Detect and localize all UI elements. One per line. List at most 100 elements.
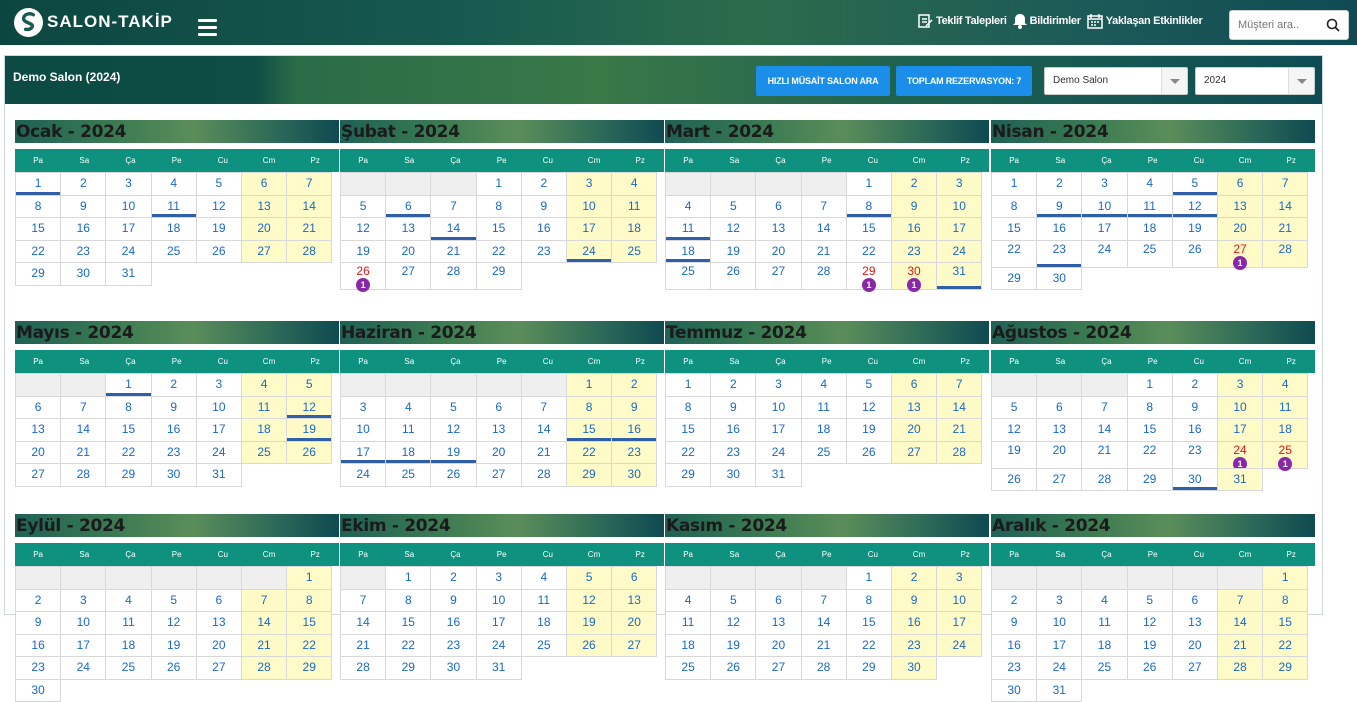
day-cell[interactable]: 29 bbox=[385, 656, 431, 680]
day-cell[interactable]: 15 bbox=[476, 217, 522, 241]
day-cell[interactable]: 22 bbox=[665, 441, 711, 465]
day-cell[interactable]: 31 bbox=[1217, 468, 1263, 492]
day-cell[interactable]: 14 bbox=[286, 195, 332, 219]
day-cell[interactable]: 23 bbox=[1036, 240, 1082, 268]
day-cell[interactable]: 19 bbox=[991, 441, 1037, 469]
day-cell[interactable]: 19 bbox=[846, 418, 892, 442]
day-cell[interactable]: 20 bbox=[385, 240, 431, 264]
day-cell[interactable]: 16 bbox=[1172, 418, 1218, 442]
day-cell[interactable]: 4 bbox=[665, 195, 711, 219]
day-cell[interactable]: 3 bbox=[936, 172, 982, 196]
day-cell[interactable]: 7 bbox=[1262, 172, 1308, 196]
day-cell[interactable]: 27 bbox=[891, 441, 937, 465]
day-cell[interactable]: 12 bbox=[151, 611, 197, 635]
salon-select[interactable]: Demo Salon bbox=[1044, 67, 1188, 95]
day-cell[interactable]: 10 bbox=[936, 195, 982, 219]
day-cell[interactable]: 23 bbox=[991, 656, 1037, 680]
day-cell[interactable]: 15 bbox=[846, 217, 892, 241]
day-cell[interactable]: 15 bbox=[1127, 418, 1173, 442]
day-cell[interactable]: 24 bbox=[566, 240, 612, 264]
day-cell[interactable]: 8 bbox=[385, 589, 431, 613]
day-cell[interactable]: 22 bbox=[1262, 634, 1308, 658]
day-cell[interactable]: 17 bbox=[1217, 418, 1263, 442]
day-cell[interactable]: 17 bbox=[566, 217, 612, 241]
day-cell[interactable]: 2 bbox=[521, 172, 567, 196]
day-cell[interactable]: 25 bbox=[1127, 240, 1173, 268]
day-cell[interactable]: 31 bbox=[196, 463, 242, 487]
day-cell[interactable]: 28 bbox=[521, 463, 567, 487]
day-cell[interactable]: 27 bbox=[611, 634, 657, 658]
day-cell[interactable]: 27 bbox=[15, 463, 61, 487]
day-cell[interactable]: 22 bbox=[476, 240, 522, 264]
day-cell[interactable]: 30 bbox=[430, 656, 476, 680]
day-cell[interactable]: 27 bbox=[385, 262, 431, 290]
day-cell[interactable]: 20 bbox=[755, 634, 801, 658]
day-cell[interactable]: 24 bbox=[196, 441, 242, 465]
day-cell[interactable]: 18 bbox=[665, 240, 711, 264]
day-cell[interactable]: 18 bbox=[801, 418, 847, 442]
day-cell[interactable]: 26 bbox=[151, 656, 197, 680]
day-cell[interactable]: 30 bbox=[991, 679, 1037, 702]
day-cell[interactable]: 22 bbox=[991, 240, 1037, 268]
day-cell[interactable]: 12 bbox=[196, 195, 242, 219]
day-cell[interactable]: 30 bbox=[891, 656, 937, 680]
day-cell[interactable]: 23 bbox=[15, 656, 61, 680]
day-cell[interactable]: 11 bbox=[801, 396, 847, 420]
day-cell[interactable]: 261 bbox=[340, 262, 386, 290]
day-cell[interactable]: 9 bbox=[891, 589, 937, 613]
day-cell[interactable]: 27 bbox=[755, 262, 801, 290]
day-cell[interactable]: 31 bbox=[105, 262, 151, 286]
day-cell[interactable]: 7 bbox=[1081, 396, 1127, 420]
day-cell[interactable]: 20 bbox=[1036, 441, 1082, 469]
day-cell[interactable]: 9 bbox=[151, 396, 197, 420]
day-cell[interactable]: 3 bbox=[196, 373, 242, 397]
day-cell[interactable]: 7 bbox=[430, 195, 476, 219]
customer-search-input[interactable] bbox=[1230, 11, 1320, 39]
day-cell[interactable]: 28 bbox=[1262, 240, 1308, 268]
day-cell[interactable]: 19 bbox=[151, 634, 197, 658]
day-cell[interactable]: 21 bbox=[521, 441, 567, 465]
day-cell[interactable]: 5 bbox=[286, 373, 332, 397]
day-cell[interactable]: 21 bbox=[241, 634, 287, 658]
day-cell[interactable]: 5 bbox=[710, 195, 756, 219]
day-cell[interactable]: 15 bbox=[15, 217, 61, 241]
day-cell[interactable]: 27 bbox=[476, 463, 522, 487]
day-cell[interactable]: 1 bbox=[15, 172, 61, 196]
day-cell[interactable]: 18 bbox=[611, 217, 657, 241]
day-cell[interactable]: 2 bbox=[991, 589, 1037, 613]
total-reservations-button[interactable]: TOPLAM REZERVASYON: 7 bbox=[896, 66, 1032, 96]
day-cell[interactable]: 28 bbox=[286, 240, 332, 264]
day-cell[interactable]: 22 bbox=[1127, 441, 1173, 469]
day-cell[interactable]: 17 bbox=[476, 611, 522, 635]
day-cell[interactable]: 12 bbox=[286, 396, 332, 420]
day-cell[interactable]: 27 bbox=[755, 656, 801, 680]
day-cell[interactable]: 24 bbox=[936, 634, 982, 658]
day-cell[interactable]: 27 bbox=[1172, 656, 1218, 680]
day-cell[interactable]: 29 bbox=[15, 262, 61, 286]
day-cell[interactable]: 3 bbox=[476, 566, 522, 590]
day-cell[interactable]: 2 bbox=[891, 172, 937, 196]
day-cell[interactable]: 251 bbox=[1262, 441, 1308, 469]
day-cell[interactable]: 12 bbox=[710, 217, 756, 241]
day-cell[interactable]: 21 bbox=[801, 634, 847, 658]
day-cell[interactable]: 17 bbox=[60, 634, 106, 658]
day-cell[interactable]: 15 bbox=[286, 611, 332, 635]
day-cell[interactable]: 10 bbox=[566, 195, 612, 219]
day-cell[interactable]: 13 bbox=[385, 217, 431, 241]
day-cell[interactable]: 9 bbox=[611, 396, 657, 420]
day-cell[interactable]: 12 bbox=[710, 611, 756, 635]
day-cell[interactable]: 3 bbox=[1036, 589, 1082, 613]
day-cell[interactable]: 16 bbox=[991, 634, 1037, 658]
day-cell[interactable]: 11 bbox=[1262, 396, 1308, 420]
day-cell[interactable]: 1 bbox=[1262, 566, 1308, 590]
day-cell[interactable]: 3 bbox=[1217, 373, 1263, 397]
day-cell[interactable]: 29 bbox=[476, 262, 522, 290]
day-cell[interactable]: 11 bbox=[1081, 611, 1127, 635]
day-cell[interactable]: 30 bbox=[611, 463, 657, 487]
day-cell[interactable]: 27 bbox=[241, 240, 287, 264]
day-cell[interactable]: 4 bbox=[611, 172, 657, 196]
day-cell[interactable]: 13 bbox=[476, 418, 522, 442]
day-cell[interactable]: 7 bbox=[340, 589, 386, 613]
day-cell[interactable]: 19 bbox=[710, 634, 756, 658]
day-cell[interactable]: 18 bbox=[1127, 217, 1173, 241]
